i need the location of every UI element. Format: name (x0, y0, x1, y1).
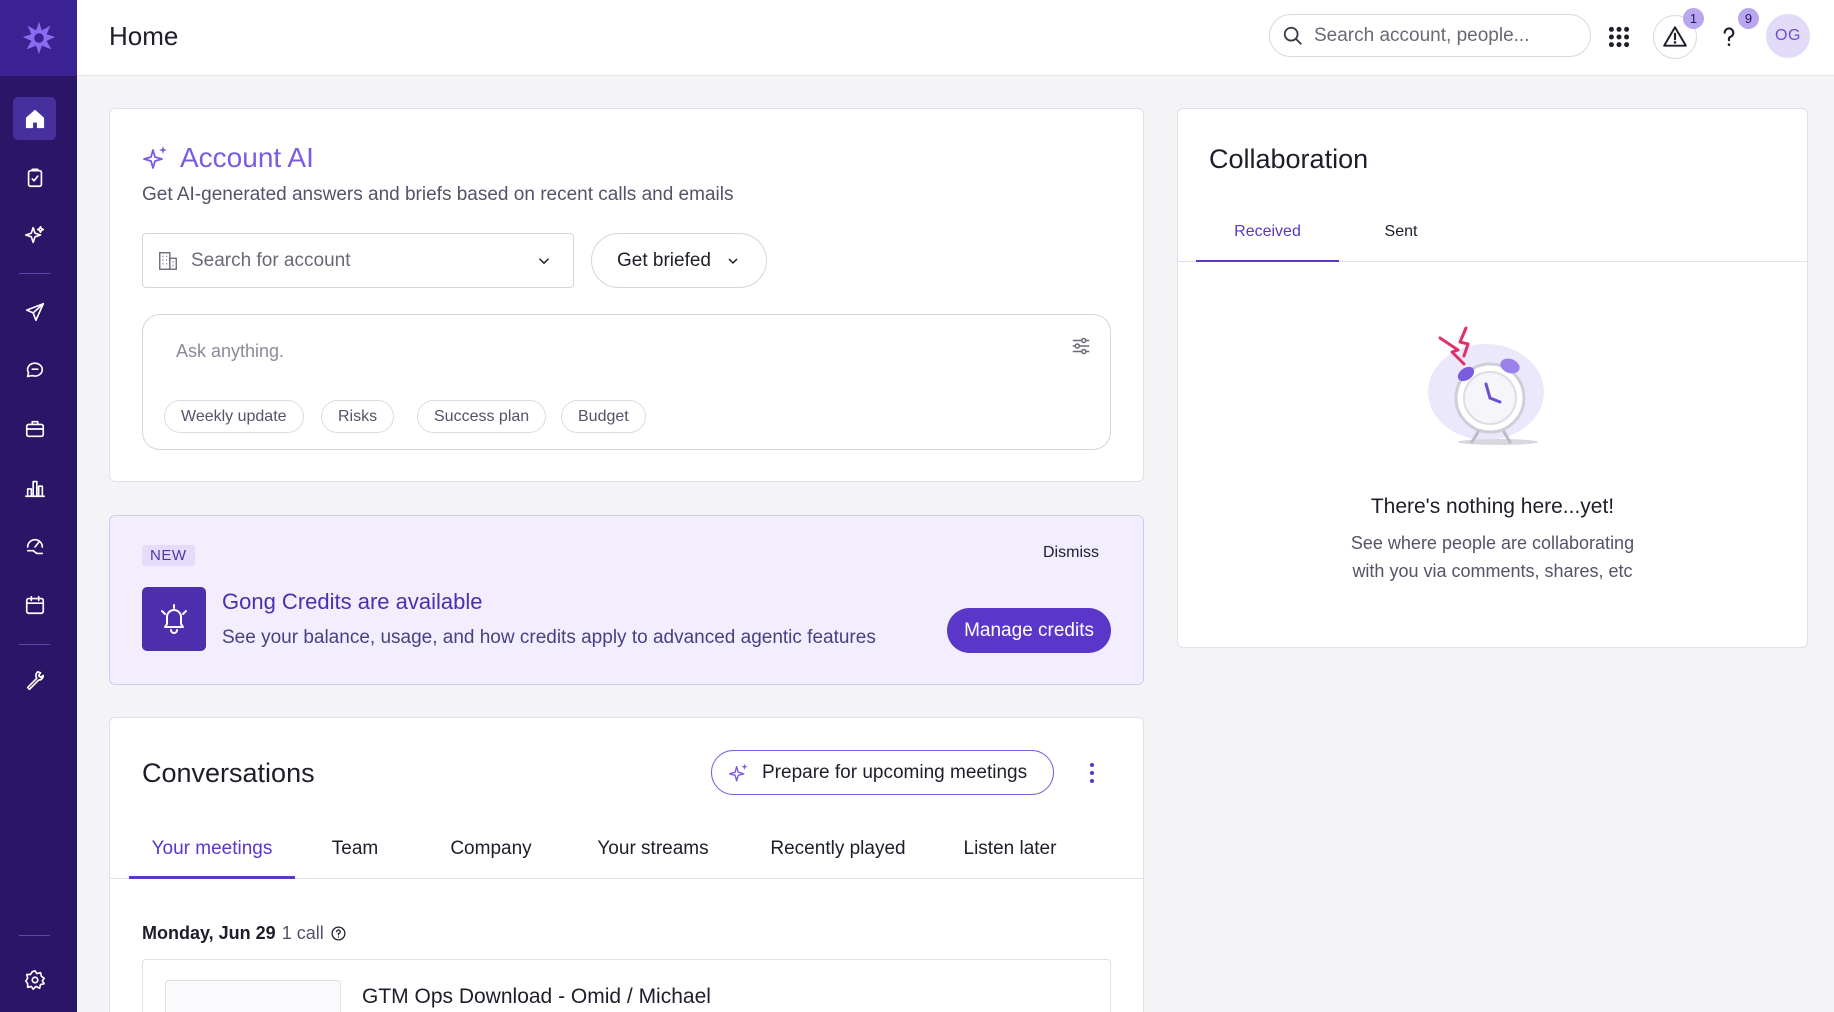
sidebar (0, 0, 77, 1012)
meeting-thumbnail[interactable] (165, 980, 341, 1012)
conversations-tabs: Your meetings Team Company Your streams … (110, 828, 1143, 879)
sparkle-icon (24, 225, 44, 243)
tab-listen-later[interactable]: Listen later (950, 828, 1070, 879)
conversations-title: Conversations (142, 758, 315, 788)
chip-risks[interactable]: Risks (321, 400, 395, 433)
calendar-icon (25, 595, 44, 614)
collaboration-tabs: Received Sent (1178, 214, 1807, 262)
ai-sparkle-icon (143, 146, 167, 169)
tab-recently-played[interactable]: Recently played (754, 828, 922, 879)
nav-settings[interactable] (13, 958, 56, 1001)
help-count-badge: 9 (1738, 8, 1759, 29)
warning-triangle-icon (1663, 26, 1687, 47)
nav-tasks[interactable] (13, 156, 56, 199)
ask-anything-box[interactable]: Ask anything. Weekly update Risks Succes… (142, 314, 1111, 450)
alerts-count-badge: 1 (1683, 8, 1704, 29)
bar-chart-icon (24, 480, 45, 497)
more-options-kebab-icon[interactable] (1080, 759, 1104, 787)
nav-calendar[interactable] (13, 583, 56, 626)
global-search-input[interactable] (1314, 24, 1574, 47)
chat-bubbles-icon (26, 361, 43, 377)
nav-divider (19, 273, 50, 274)
chip-weekly-update[interactable]: Weekly update (164, 400, 304, 433)
dismiss-button[interactable]: Dismiss (1043, 544, 1099, 562)
meeting-title[interactable]: GTM Ops Download - Omid / Michael (362, 985, 711, 1009)
credits-banner: NEW Dismiss Gong Credits are available S… (109, 515, 1144, 685)
send-icon (25, 302, 44, 321)
account-ai-card: Account AI Get AI-generated answers and … (109, 108, 1144, 482)
user-avatar[interactable]: OG (1766, 14, 1810, 58)
chip-success-plan[interactable]: Success plan (417, 400, 547, 433)
alarm-bell-icon (161, 604, 187, 634)
meeting-date: Monday, Jun 29 (142, 923, 276, 943)
question-mark-icon (1723, 27, 1735, 46)
tab-received[interactable]: Received (1196, 214, 1339, 262)
gong-logo[interactable] (0, 0, 77, 76)
ai-sparkle-icon (728, 763, 748, 782)
empty-state-line-1: See where people are collaborating (1350, 533, 1635, 553)
credits-title: Gong Credits are available (222, 589, 483, 614)
apps-grid-icon (1608, 26, 1630, 48)
get-briefed-label: Get briefed (617, 249, 711, 271)
chevron-down-icon (538, 257, 550, 264)
tab-your-streams[interactable]: Your streams (578, 828, 728, 879)
nav-home[interactable] (13, 97, 56, 140)
account-search-placeholder: Search for account (191, 249, 351, 271)
gear-icon (24, 969, 45, 990)
empty-state-subtitle: See where people are collaborating with … (1178, 529, 1807, 585)
gauge-hand-icon (26, 538, 43, 554)
building-icon (159, 251, 177, 270)
credits-subtitle: See your balance, usage, and how credits… (222, 627, 876, 648)
meeting-row[interactable]: GTM Ops Download - Omid / Michael (142, 959, 1111, 1012)
new-badge: NEW (142, 545, 195, 566)
empty-state-line-2: with you via comments, shares, etc (1352, 561, 1633, 581)
top-header: Home 1 9 OG (77, 0, 1834, 76)
empty-state-title: There's nothing here...yet! (1370, 495, 1615, 518)
wrench-icon (26, 670, 44, 690)
collaboration-card: Collaboration Received Sent There's noth… (1177, 108, 1808, 648)
tab-your-meetings[interactable]: Your meetings (129, 828, 295, 879)
briefcase-icon (25, 420, 44, 437)
call-count: 1 call (281, 923, 324, 943)
conversations-card: Conversations Prepare for upcoming meeti… (109, 717, 1144, 1012)
prepare-meetings-button[interactable]: Prepare for upcoming meetings (711, 750, 1054, 795)
chevron-down-icon (728, 257, 738, 264)
account-search-select[interactable]: Search for account (142, 233, 574, 288)
chip-budget[interactable]: Budget (561, 400, 646, 433)
get-briefed-button[interactable]: Get briefed (591, 233, 767, 288)
nav-divider (19, 935, 50, 936)
nav-conversations[interactable] (13, 349, 56, 392)
nav-coaching[interactable] (13, 525, 56, 568)
home-icon (25, 109, 44, 128)
sliders-icon[interactable] (1070, 335, 1092, 357)
nav-admin[interactable] (13, 659, 56, 702)
gong-logo-icon (22, 21, 55, 55)
page-title: Home (109, 21, 179, 51)
nav-divider (19, 644, 50, 645)
account-ai-title: Account AI (180, 142, 314, 173)
collaboration-title: Collaboration (1209, 144, 1369, 174)
bell-icon-tile (142, 587, 206, 651)
manage-credits-button[interactable]: Manage credits (947, 608, 1111, 653)
nav-engage[interactable] (13, 290, 56, 333)
prepare-meetings-label: Prepare for upcoming meetings (762, 761, 1028, 783)
tab-company[interactable]: Company (436, 828, 546, 879)
nav-insights[interactable] (13, 466, 56, 509)
tab-sent[interactable]: Sent (1361, 214, 1441, 262)
account-ai-subtitle: Get AI-generated answers and briefs base… (142, 184, 734, 205)
help-circle-icon[interactable] (330, 925, 347, 942)
global-search[interactable] (1269, 14, 1591, 57)
nav-deals[interactable] (13, 407, 56, 450)
nav-ai[interactable] (13, 213, 56, 256)
clipboard-check-icon (27, 167, 42, 187)
tab-team[interactable]: Team (320, 828, 390, 879)
meeting-date-line: Monday, Jun 29 1 call (142, 923, 347, 944)
search-icon (1283, 26, 1302, 45)
account-ai-heading: Account AI (142, 142, 314, 174)
apps-button[interactable] (1597, 15, 1641, 59)
alarm-clock-illustration (1428, 326, 1544, 445)
ask-anything-placeholder: Ask anything. (176, 341, 285, 361)
